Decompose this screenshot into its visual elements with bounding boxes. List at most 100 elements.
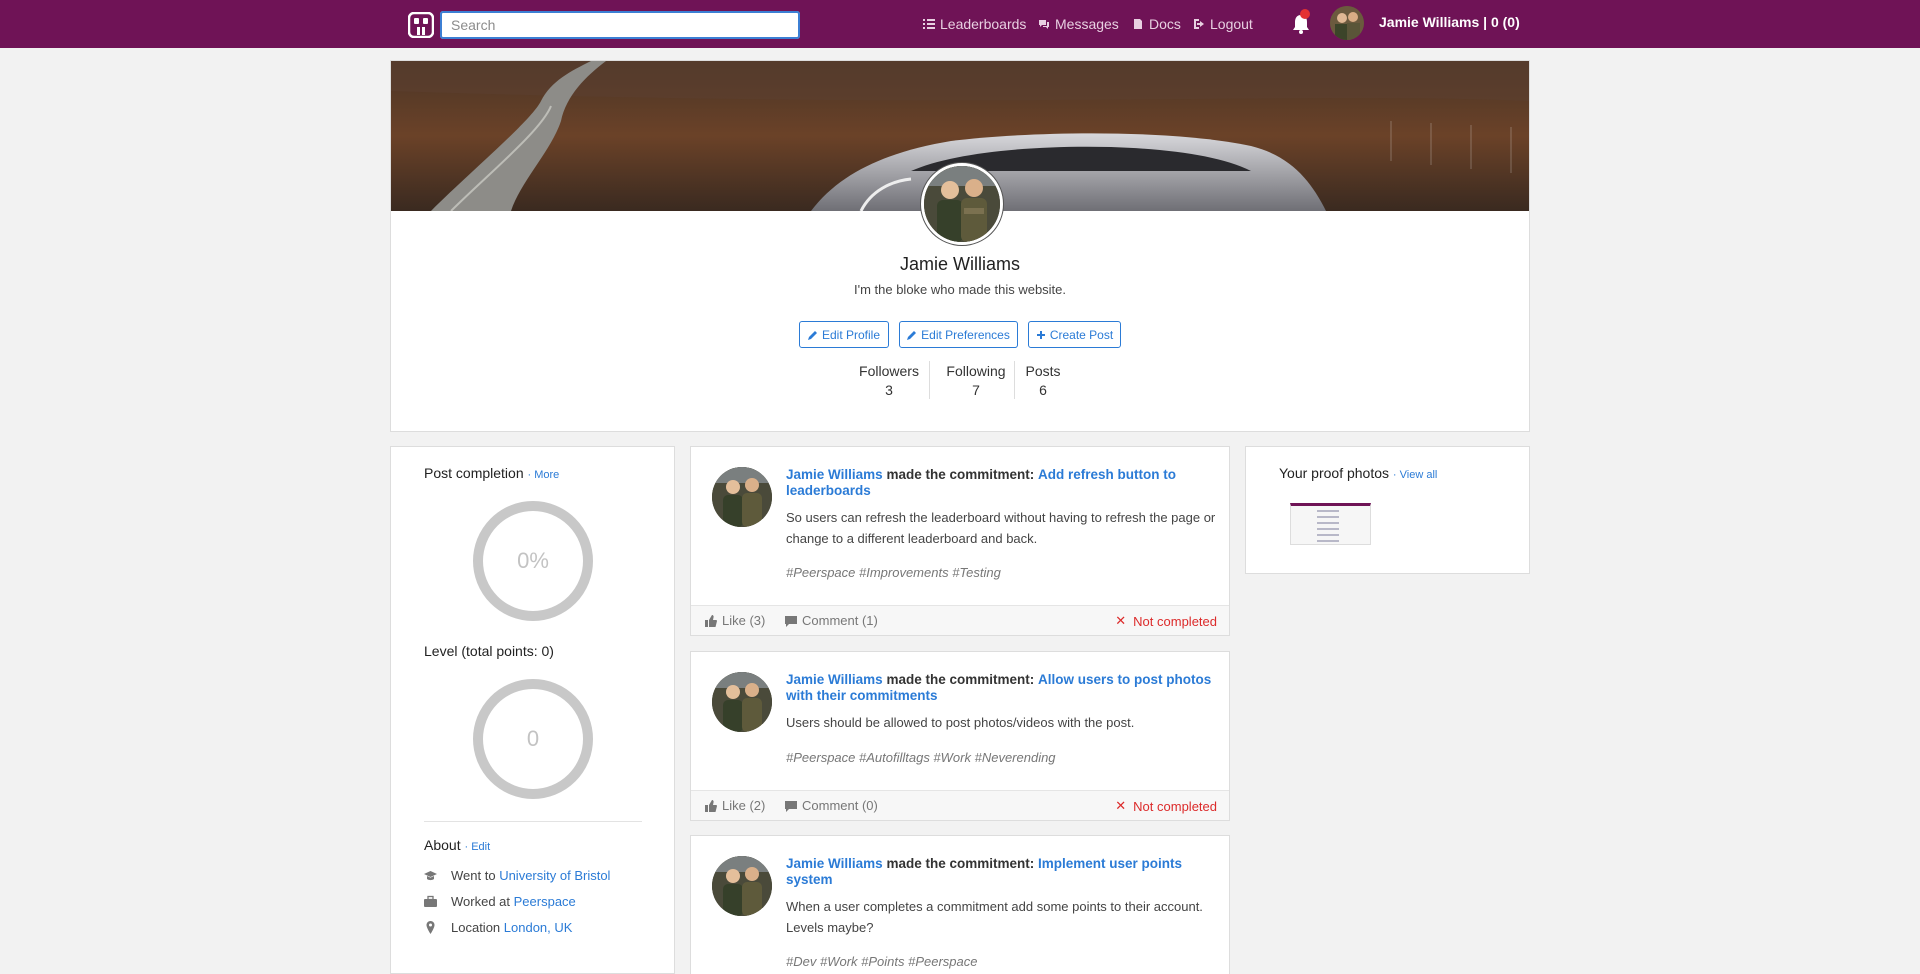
close-icon: ✕	[1115, 798, 1127, 813]
post-author-link[interactable]: Jamie Williams	[786, 672, 883, 687]
edit-profile-label: Edit Profile	[821, 327, 881, 342]
post-header: Jamie Williams made the commitment: Add …	[786, 467, 1216, 499]
proof-photo-thumbnail[interactable]	[1290, 503, 1371, 545]
level-label: Level (total points: 0)	[424, 643, 554, 659]
followers-stat[interactable]: Followers 3	[857, 363, 921, 398]
like-button[interactable]: Like (3)	[705, 613, 765, 628]
nav-leaderboards-label: Leaderboards	[940, 16, 1027, 32]
post-header: Jamie Williams made the commitment: Impl…	[786, 856, 1216, 888]
followers-label: Followers	[859, 363, 919, 379]
create-post-button[interactable]: Create Post	[1028, 321, 1121, 348]
comment-button[interactable]: Comment (1)	[785, 613, 878, 628]
create-post-label: Create Post	[1049, 327, 1114, 342]
not-completed-status: ✕ Not completed	[1115, 798, 1217, 814]
post-made-text: made the commitment:	[886, 672, 1035, 687]
post-author-link[interactable]: Jamie Williams	[786, 467, 883, 482]
stat-divider	[929, 361, 930, 399]
comment-icon	[785, 800, 797, 812]
edit-preferences-button[interactable]: Edit Preferences	[899, 321, 1018, 348]
nav-logout-label: Logout	[1210, 16, 1253, 32]
about-work-link[interactable]: Peerspace	[514, 894, 576, 909]
thumbs-up-icon	[705, 799, 717, 812]
about-edit-link[interactable]: · Edit	[464, 841, 490, 853]
nav-docs-label: Docs	[1149, 16, 1181, 32]
proof-photos-title: Your proof photos · View all	[1279, 465, 1437, 481]
edit-preferences-label: Edit Preferences	[921, 327, 1010, 342]
like-label: Like (2)	[722, 798, 766, 813]
edit-profile-button[interactable]: Edit Profile	[799, 321, 889, 348]
docs-icon	[1134, 19, 1142, 29]
post-card: Jamie Williams made the commitment: Add …	[690, 446, 1230, 636]
nav-messages-link[interactable]: Messages	[1038, 16, 1119, 32]
followers-count: 3	[885, 382, 893, 398]
nav-avatar[interactable]	[1330, 6, 1364, 40]
nav-leaderboards-link[interactable]: Leaderboards	[923, 16, 1026, 32]
stat-divider	[1014, 361, 1015, 399]
about-label: About	[424, 837, 461, 853]
post-tags: #Dev #Work #Points #Peerspace	[786, 954, 978, 969]
post-completion-value: 0%	[517, 548, 549, 573]
post-card: Jamie Williams made the commitment: Allo…	[690, 651, 1230, 821]
comment-button[interactable]: Comment (0)	[785, 798, 878, 813]
profile-bio: I'm the bloke who made this website.	[853, 282, 1067, 297]
post-body: So users can refresh the leaderboard wit…	[786, 510, 1216, 546]
nav-docs-link[interactable]: Docs	[1132, 16, 1181, 32]
view-all-link[interactable]: · View all	[1393, 469, 1437, 481]
posts-stat[interactable]: Posts 6	[1023, 363, 1063, 398]
post-completion-more-link[interactable]: · More	[528, 469, 560, 481]
nav-logout-link[interactable]: Logout	[1193, 16, 1253, 32]
level-title: Level (total points: 0)	[424, 643, 554, 659]
profile-avatar[interactable]	[921, 163, 1003, 245]
following-label: Following	[946, 363, 1006, 379]
profile-card: Jamie Williams I'm the bloke who made th…	[390, 60, 1530, 432]
thumbs-up-icon	[705, 614, 717, 627]
about-location-prefix: Location	[451, 920, 501, 935]
post-author-link[interactable]: Jamie Williams	[786, 856, 883, 871]
about-work-row: Worked at Peerspace	[424, 894, 576, 909]
nav-user-label[interactable]: Jamie Williams | 0 (0)	[1379, 14, 1520, 30]
not-completed-status: ✕ Not completed	[1115, 613, 1217, 629]
search-input[interactable]	[440, 11, 800, 39]
posts-count: 6	[1039, 382, 1047, 398]
about-work-prefix: Worked at	[451, 894, 511, 909]
comment-icon	[785, 615, 797, 627]
post-body: Users should be allowed to post photos/v…	[786, 715, 1135, 730]
close-icon: ✕	[1115, 613, 1127, 628]
divider	[424, 821, 642, 822]
pencil-icon	[907, 330, 917, 340]
plus-icon	[1036, 330, 1045, 339]
about-location-link[interactable]: London, UK	[504, 920, 573, 935]
proof-photos-card: Your proof photos · View all	[1245, 446, 1530, 574]
post-card: Jamie Williams made the commitment: Impl…	[690, 835, 1230, 974]
status-label: Not completed	[1133, 798, 1217, 814]
following-stat[interactable]: Following 7	[941, 363, 1011, 398]
post-footer: Like (3) Comment (1) ✕ Not completed	[691, 605, 1229, 635]
posts-label: Posts	[1025, 363, 1061, 379]
like-label: Like (3)	[722, 613, 766, 628]
comment-label: Comment (0)	[802, 798, 878, 813]
about-location-row: Location London, UK	[424, 920, 572, 935]
profile-name: Jamie Williams	[899, 254, 1020, 274]
proof-photos-label: Your proof photos	[1279, 465, 1390, 481]
about-title: About · Edit	[424, 837, 490, 853]
post-author-avatar[interactable]	[712, 856, 772, 916]
post-author-avatar[interactable]	[712, 467, 772, 527]
graduation-cap-icon	[424, 871, 437, 881]
post-author-avatar[interactable]	[712, 672, 772, 732]
status-label: Not completed	[1133, 613, 1217, 629]
like-button[interactable]: Like (2)	[705, 798, 765, 813]
peerspace-logo-icon[interactable]	[408, 12, 434, 38]
post-completion-label: Post completion	[424, 465, 524, 481]
post-body: When a user completes a commitment add s…	[786, 899, 1203, 935]
logout-icon	[1194, 19, 1204, 29]
left-sidebar-card: Post completion · More 0% Level (total p…	[390, 446, 675, 974]
following-count: 7	[972, 382, 980, 398]
about-education-link[interactable]: University of Bristol	[499, 868, 610, 883]
messages-icon	[1039, 20, 1049, 29]
level-value: 0	[526, 726, 540, 751]
post-footer: Like (2) Comment (0) ✕ Not completed	[691, 790, 1229, 820]
nav-messages-label: Messages	[1055, 16, 1119, 32]
post-completion-title: Post completion · More	[424, 465, 559, 481]
level-ring: 0	[473, 679, 593, 799]
list-icon	[923, 19, 935, 29]
